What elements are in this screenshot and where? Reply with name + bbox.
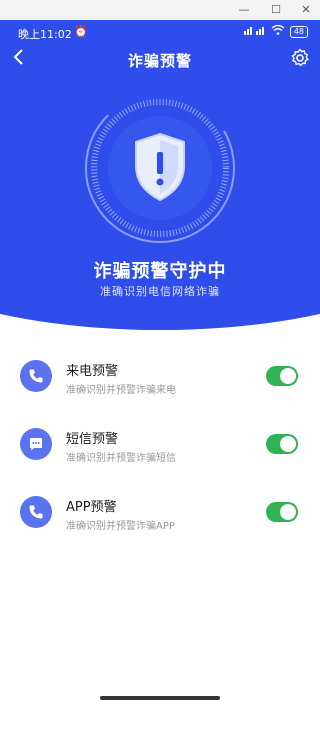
list-item-app-warning: APP预警 准确识别并预警诈骗APP	[0, 492, 320, 544]
shield-emblem	[80, 88, 240, 248]
toggle-knob	[280, 436, 296, 452]
minimize-icon[interactable]: —	[234, 2, 254, 18]
window-title-bar: — ☐ ✕	[0, 0, 320, 21]
call-warning-toggle[interactable]	[266, 366, 298, 386]
list-item-title: 来电预警	[66, 364, 119, 379]
phone-icon	[20, 360, 52, 392]
sms-warning-toggle[interactable]	[266, 434, 298, 454]
status-bar: 晚上11:02 ⏰ 48	[0, 20, 320, 46]
maximize-icon[interactable]: ☐	[266, 2, 286, 18]
signal-icon	[243, 25, 266, 38]
toggle-knob	[280, 504, 296, 520]
list-item-call-warning: 来电预警 准确识别并预警诈骗来电	[0, 356, 320, 408]
list-item-desc: 准确识别并预警诈骗短信	[66, 453, 176, 464]
app-warning-toggle[interactable]	[266, 502, 298, 522]
list-item-desc: 准确识别并预警诈骗APP	[66, 521, 175, 532]
page-title: 诈骗预警	[127, 52, 192, 70]
status-time: 晚上11:02	[18, 28, 72, 41]
phone-icon	[20, 496, 52, 528]
toggle-knob	[280, 368, 296, 384]
alarm-icon: ⏰	[74, 25, 88, 38]
list-item-desc: 准确识别并预警诈骗来电	[66, 385, 176, 396]
list-item-sms-warning: 短信预警 准确识别并预警诈骗短信	[0, 424, 320, 476]
wifi-icon	[271, 24, 285, 38]
nav-bar: 诈骗预警	[0, 46, 320, 74]
close-icon[interactable]: ✕	[296, 2, 316, 18]
list-item-title: APP预警	[66, 500, 117, 515]
hero-title: 诈骗预警守护中	[93, 261, 227, 282]
status-icons: 48	[243, 24, 308, 38]
sms-icon	[20, 428, 52, 460]
gear-icon[interactable]	[290, 48, 310, 68]
list-item-title: 短信预警	[66, 432, 119, 447]
hero-subtitle: 准确识别电信网络诈骗	[100, 285, 220, 298]
home-indicator[interactable]	[100, 696, 220, 700]
battery-icon: 48	[289, 25, 308, 38]
